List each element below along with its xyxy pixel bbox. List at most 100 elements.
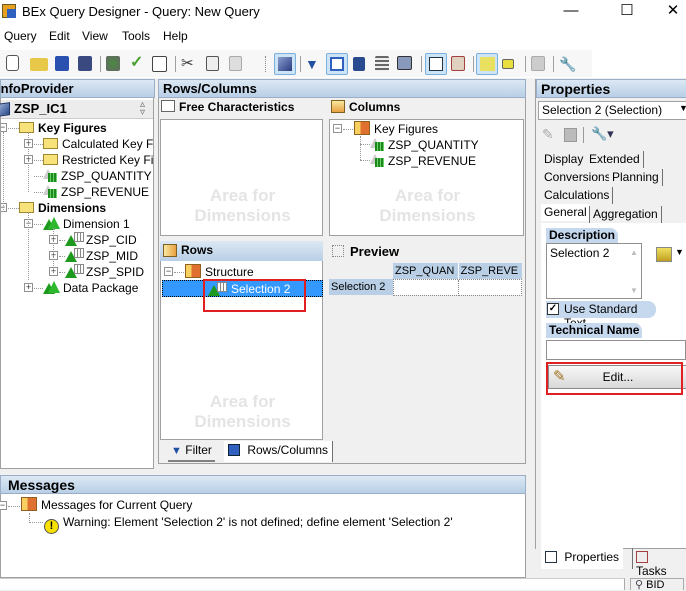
tree-line	[34, 144, 43, 145]
infoprovider-tree-item[interactable]: Calculated Key Figures	[43, 136, 153, 152]
preview-corner	[329, 263, 393, 279]
key-figure-icon	[43, 185, 57, 198]
close-button[interactable]: ✕	[650, 0, 686, 24]
message-item[interactable]: ! Warning: Element 'Selection 2' is not d…	[44, 514, 453, 534]
save-icon[interactable]	[55, 56, 69, 71]
sort-toggle-icon[interactable]: ▵ ▿	[140, 100, 145, 118]
status-text-area	[0, 578, 625, 590]
columns-tree-item[interactable]: ZSP_QUANTITY	[370, 137, 479, 153]
free-characteristics-area[interactable]: Area for Dimensions	[160, 119, 323, 236]
rows-header: Rows	[160, 241, 323, 261]
rows-columns-icon[interactable]	[326, 53, 348, 75]
tab-calculations[interactable]: Calculations	[541, 187, 614, 204]
infoprovider-title: InfoProvider	[0, 79, 155, 98]
tab-tasks[interactable]: Tasks	[632, 548, 686, 578]
messages-icon[interactable]	[476, 53, 498, 75]
tree-line	[360, 136, 361, 160]
new-query-icon[interactable]	[6, 55, 19, 71]
save-properties-icon[interactable]	[564, 128, 577, 142]
tab-planning[interactable]: Planning	[609, 169, 663, 186]
scroll-up-icon[interactable]: ▲	[630, 248, 638, 257]
dropdown-arrow-icon[interactable]: ▼	[675, 247, 684, 257]
area-watermark: Area for Dimensions	[379, 186, 476, 225]
expand-icon[interactable]: +	[24, 283, 33, 292]
copy-icon[interactable]	[206, 56, 219, 71]
infoprovider-tree-item[interactable]: Key Figures	[19, 120, 107, 136]
tab-rows-columns[interactable]: Rows/Columns	[224, 441, 334, 462]
menu-help[interactable]: Help	[163, 29, 188, 43]
tab-conversions[interactable]: Conversions	[541, 169, 615, 186]
tab-general[interactable]: General	[541, 204, 590, 221]
rows-columns-icon	[228, 444, 240, 456]
technical-name-icon[interactable]: 🔧▾	[559, 55, 577, 90]
messages-root[interactable]: Messages for Current Query	[21, 497, 192, 513]
key-figure-icon	[43, 169, 57, 182]
check-query-icon[interactable]: ✓	[130, 55, 148, 73]
tree-item-label: Key Figures	[38, 121, 107, 135]
highlight-box	[546, 362, 683, 395]
columns-tree-item[interactable]: ZSP_REVENUE	[370, 153, 476, 169]
object-select[interactable]: Selection 2 (Selection) ▼	[538, 101, 686, 120]
menu-edit[interactable]: Edit	[49, 29, 70, 43]
minimize-button[interactable]: —	[548, 0, 594, 24]
collapse-icon[interactable]: −	[1, 203, 7, 212]
preview-col-header: ZSP_REVE	[458, 263, 522, 279]
collapse-icon[interactable]: −	[333, 124, 342, 133]
where-used-icon[interactable]	[502, 59, 514, 69]
tab-display[interactable]: Display	[541, 151, 588, 168]
scroll-down-icon[interactable]: ▼	[630, 286, 638, 295]
infoprovider-tree-item[interactable]: ZSP_QUANTITY	[43, 168, 152, 184]
paste-icon[interactable]	[229, 56, 242, 71]
collapse-icon[interactable]: −	[164, 267, 173, 276]
tree-line	[360, 160, 370, 161]
menu-tools[interactable]: Tools	[122, 29, 150, 43]
use-standard-text-checkbox[interactable]: ✓	[547, 303, 559, 315]
exceptions-icon[interactable]	[397, 56, 412, 70]
query-properties-icon[interactable]	[152, 56, 167, 72]
tab-extended[interactable]: Extended	[586, 151, 644, 168]
tools-dropdown-icon[interactable]: 🔧▾	[591, 126, 614, 142]
infoprovider-tree-item[interactable]: Restricted Key Figures	[43, 152, 153, 168]
menu-view[interactable]: View	[82, 29, 108, 43]
infoprovider-icon[interactable]	[274, 53, 296, 75]
infoprovider-tree-item[interactable]: Data Package	[43, 280, 138, 296]
messages-panel: Messages − Messages for Current Query ! W…	[0, 475, 526, 578]
infoprovider-tree-item[interactable]: Dimension 1	[43, 216, 130, 232]
cells-icon[interactable]	[353, 57, 365, 71]
edit-pencil-icon[interactable]: ✎	[542, 126, 554, 143]
tab-label: Rows/Columns	[247, 443, 329, 457]
properties-icon[interactable]	[425, 53, 447, 75]
infoprovider-tree-item[interactable]: ZSP_SPID	[65, 264, 144, 280]
infoprovider-tree-item[interactable]: ZSP_REVENUE	[43, 184, 149, 200]
documents-icon[interactable]	[531, 56, 545, 71]
tree-item-label: Messages for Current Query	[41, 498, 193, 512]
description-value: Selection 2	[550, 246, 610, 260]
columns-tree-item[interactable]: Key Figures	[354, 121, 438, 137]
columns-area[interactable]: Area for Dimensions − Key Figures ZSP_QU…	[329, 119, 524, 236]
maximize-button[interactable]: ☐	[604, 0, 650, 24]
publish-icon[interactable]	[106, 56, 120, 71]
technical-name-field[interactable]	[546, 340, 686, 360]
description-field[interactable]: Selection 2 ▲ ▼	[546, 243, 642, 299]
menu-query[interactable]: Query	[4, 29, 37, 43]
cut-icon[interactable]: ✂	[181, 55, 199, 73]
save-all-icon[interactable]	[78, 56, 92, 71]
collapse-icon[interactable]: −	[1, 123, 7, 132]
tree-line	[3, 132, 4, 212]
tab-aggregation[interactable]: Aggregation	[589, 206, 662, 223]
tab-properties[interactable]: Properties	[541, 548, 624, 569]
rows-tree-item[interactable]: Structure	[185, 264, 254, 280]
infoprovider-tree-item[interactable]: ZSP_CID	[65, 232, 137, 248]
tasks-icon[interactable]	[451, 56, 465, 71]
tree-line	[28, 132, 29, 192]
tab-filter[interactable]: ▼ Filter	[168, 441, 215, 462]
conditions-icon[interactable]	[375, 56, 389, 71]
preview-icon	[332, 245, 344, 257]
open-folder-icon[interactable]	[30, 58, 48, 71]
filter-icon[interactable]: ▼	[305, 55, 323, 73]
text-variable-icon[interactable]	[656, 247, 672, 262]
collapse-icon[interactable]: −	[0, 501, 7, 510]
infoprovider-tree-item[interactable]: Dimensions	[19, 200, 106, 216]
rows-area[interactable]: Rows Area for Dimensions − Structure Sel…	[160, 241, 323, 440]
infoprovider-tree-item[interactable]: ZSP_MID	[65, 248, 138, 264]
